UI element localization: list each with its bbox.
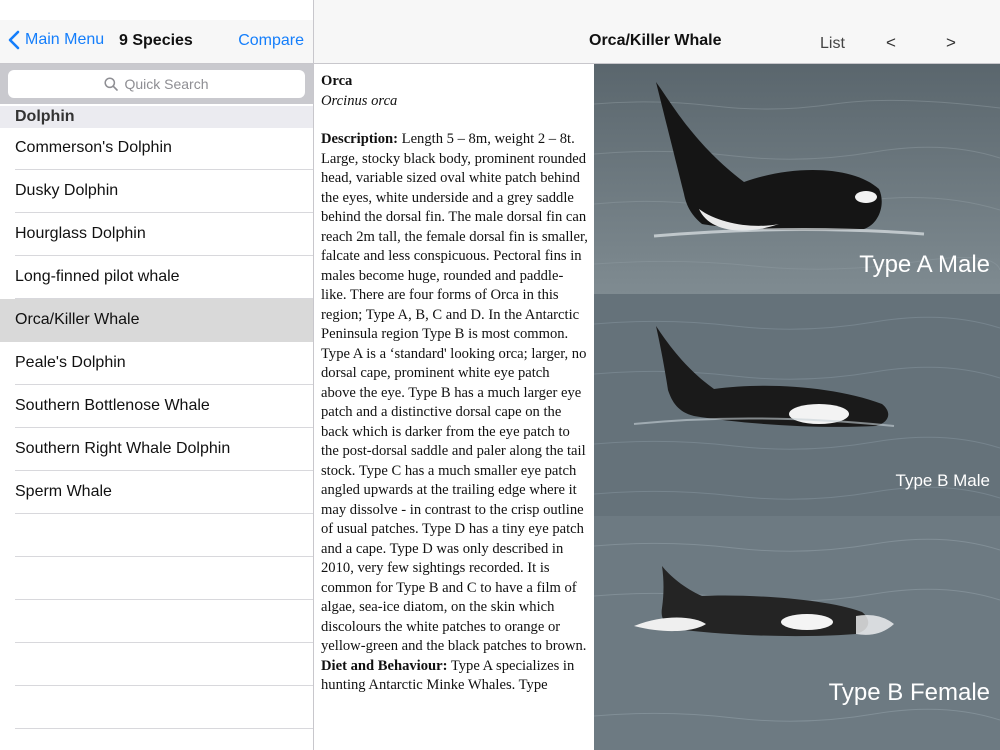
list-item-label: Peale's Dolphin	[15, 354, 126, 371]
species-photos[interactable]: Type A Male Type B Male Type B Female	[594, 64, 1000, 750]
list-item-label: Commerson's Dolphin	[15, 139, 172, 156]
description-text: Length 5 – 8m, weight 2 – 8t. Large, sto…	[321, 131, 588, 654]
empty-row	[15, 514, 313, 557]
empty-row	[15, 643, 313, 686]
orca-image: Type B Male	[594, 294, 1000, 516]
compare-button[interactable]: Compare	[238, 32, 304, 50]
list-item-label: Southern Right Whale Dolphin	[15, 440, 231, 457]
list-item-southern-bottlenose-whale[interactable]: Southern Bottlenose Whale	[15, 385, 313, 428]
list-item-label: Southern Bottlenose Whale	[15, 397, 210, 414]
chevron-left-icon	[8, 30, 20, 50]
species-count-title: 9 Species	[119, 32, 193, 49]
empty-row	[15, 557, 313, 600]
list-button[interactable]: List	[820, 35, 845, 53]
orca-image: Type A Male	[594, 64, 1000, 294]
quick-search-placeholder: Quick Search	[124, 76, 209, 92]
description-heading: Description:	[321, 131, 399, 147]
latin-name: Orcinus orca	[321, 92, 398, 109]
photo-type-a-male: Type A Male	[594, 64, 1000, 294]
main-menu-back-button[interactable]: Main Menu	[8, 30, 104, 50]
empty-row	[15, 600, 313, 643]
next-species-button[interactable]: >	[946, 33, 956, 53]
list-item-label: Sperm Whale	[15, 483, 112, 500]
orca-image: Type B Female	[594, 516, 1000, 750]
list-item-label: Long-finned pilot whale	[15, 268, 180, 285]
species-list-pane: Main Menu 9 Species Compare Quick Search…	[0, 0, 314, 750]
common-name: Orca	[321, 73, 353, 89]
list-item-southern-right-whale-dolphin[interactable]: Southern Right Whale Dolphin	[15, 428, 313, 471]
photo-caption: Type A Male	[859, 251, 990, 278]
diet-heading: Diet and Behaviour:	[321, 657, 448, 674]
search-icon	[104, 77, 119, 91]
list-item-hourglass-dolphin[interactable]: Hourglass Dolphin	[15, 213, 313, 256]
list-item-commersons-dolphin[interactable]: Commerson's Dolphin	[15, 127, 313, 170]
section-title: Dolphin	[15, 108, 75, 125]
empty-row	[15, 686, 313, 729]
list-item-label: Orca/Killer Whale	[15, 311, 140, 328]
previous-species-button[interactable]: <	[886, 33, 896, 53]
photo-caption: Type B Female	[829, 679, 990, 706]
species-list: Commerson's Dolphin Dusky Dolphin Hourgl…	[0, 127, 313, 729]
diet-paragraph: Diet and Behaviour: Type A specializes i…	[321, 657, 588, 696]
photo-caption: Type B Male	[896, 471, 991, 490]
photo-type-b-male: Type B Male	[594, 294, 1000, 516]
list-item-peales-dolphin[interactable]: Peale's Dolphin	[15, 342, 313, 385]
search-bar: Quick Search	[0, 64, 313, 104]
species-list-nav-bar: Main Menu 9 Species Compare	[0, 20, 313, 64]
list-item-long-finned-pilot-whale[interactable]: Long-finned pilot whale	[15, 256, 313, 299]
list-item-label: Dusky Dolphin	[15, 182, 119, 199]
main-menu-label: Main Menu	[25, 31, 105, 48]
list-item-label: Hourglass Dolphin	[15, 225, 146, 242]
page-title: Orca/Killer Whale	[589, 32, 722, 49]
list-item-dusky-dolphin[interactable]: Dusky Dolphin	[15, 170, 313, 213]
list-item-sperm-whale[interactable]: Sperm Whale	[15, 471, 313, 514]
quick-search-input[interactable]: Quick Search	[8, 70, 305, 98]
list-item-orca-killer-whale[interactable]: Orca/Killer Whale	[0, 299, 313, 342]
section-header-dolphin: Dolphin	[0, 106, 313, 128]
description-paragraph: Description: Length 5 – 8m, weight 2 – 8…	[321, 130, 588, 657]
species-description[interactable]: Orca Orcinus orca Description: Length 5 …	[314, 64, 594, 750]
detail-nav-bar: Orca/Killer Whale List < >	[314, 20, 1000, 64]
photo-type-b-female: Type B Female	[594, 516, 1000, 750]
